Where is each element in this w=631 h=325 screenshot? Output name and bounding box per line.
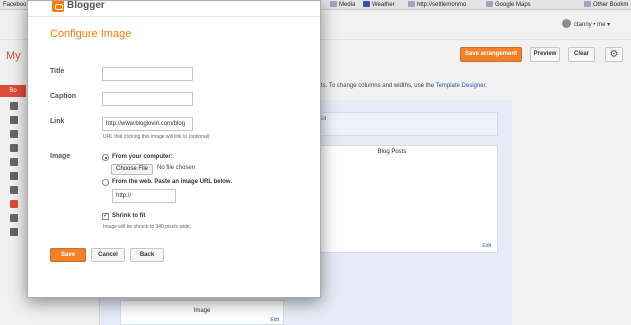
folder-icon [330,1,337,7]
cancel-button[interactable]: Cancel [91,248,125,262]
maps-icon [486,1,493,7]
image-gadget-edit-link[interactable]: Edit [270,317,279,323]
caption-label: Caption [50,93,77,100]
pages-icon[interactable] [10,130,18,138]
bookmark-facebook[interactable]: Faceboo [3,1,26,9]
link-hint: URL that clicking this image will link t… [103,134,210,140]
overview-icon[interactable] [10,102,18,110]
page-icon [408,1,415,7]
image-gadget-title: Image [193,308,211,314]
from-web-label: From the web. Paste an image URL below. [112,179,233,185]
template-designer-link[interactable]: Template Designer [436,83,486,89]
template-icon[interactable] [10,214,18,222]
weather-icon [363,1,370,7]
bookmark-settlemonmo[interactable]: http://settlemonmo [408,1,466,9]
layout-hint: ts. To change columns and widths, use th… [321,83,487,89]
layout-icon[interactable] [10,200,18,208]
title-input[interactable] [102,67,193,81]
account-menu[interactable]: ctanny • me ▾ [562,19,610,28]
bookmark-other[interactable]: Other Bookm [584,1,628,9]
settings-wrench-icon[interactable] [10,228,18,236]
gear-icon[interactable]: ⚙ [605,47,623,62]
back-button[interactable]: Back [130,248,164,262]
from-computer-radio[interactable] [102,154,109,161]
sidebar-nav [10,102,24,242]
image-label: Image [50,153,71,160]
choose-file-button[interactable]: Choose File [111,164,153,175]
caption-input[interactable] [102,92,193,106]
bookmark-media[interactable]: Media [330,1,355,9]
shrink-to-fit-checkbox[interactable]: ✓ [102,213,109,220]
link-label: Link [50,118,65,125]
shrink-to-fit-label: Shrink to fit [112,213,146,219]
comments-icon[interactable] [10,144,18,152]
no-file-text: No file chosen [157,165,196,171]
folder-icon [584,1,591,7]
dialog-title: Configure Image [50,28,132,40]
image-url-input[interactable]: http:// [112,189,176,203]
blogger-logo-icon [52,1,64,12]
shrink-hint: Image will be shrunk to 340 pixels wide. [103,224,192,230]
image-gadget[interactable]: Image Edit [120,300,284,325]
new-post-button[interactable]: Bo [0,85,26,97]
bookmark-google-maps[interactable]: Google Maps [486,1,531,9]
save-button[interactable]: Save [50,248,86,262]
blog-posts-edit-link[interactable]: Edit [482,243,491,249]
posts-icon[interactable] [10,116,18,124]
from-computer-label: From your computer: [112,154,173,160]
earnings-icon[interactable] [10,158,18,166]
from-web-radio[interactable] [102,179,109,186]
page-title: My [6,50,21,62]
save-arrangement-button[interactable]: Save arrangement [460,47,522,62]
avatar [562,19,571,28]
account-name: ctanny • me ▾ [574,22,611,28]
preview-button[interactable]: Preview [530,47,560,62]
clear-button[interactable]: Clear [568,47,595,62]
blogger-logo-text: Blogger [67,0,105,11]
configure-image-dialog: Blogger Configure Image Title Caption Li… [27,0,321,298]
stats-icon[interactable] [10,172,18,180]
title-label: Title [50,68,65,75]
trophy-icon[interactable] [10,186,18,194]
bookmark-weather[interactable]: Weather [363,1,395,9]
dialog-header: Blogger [28,0,320,17]
link-input[interactable]: http://www.bloglovin.com/blog [102,117,193,131]
